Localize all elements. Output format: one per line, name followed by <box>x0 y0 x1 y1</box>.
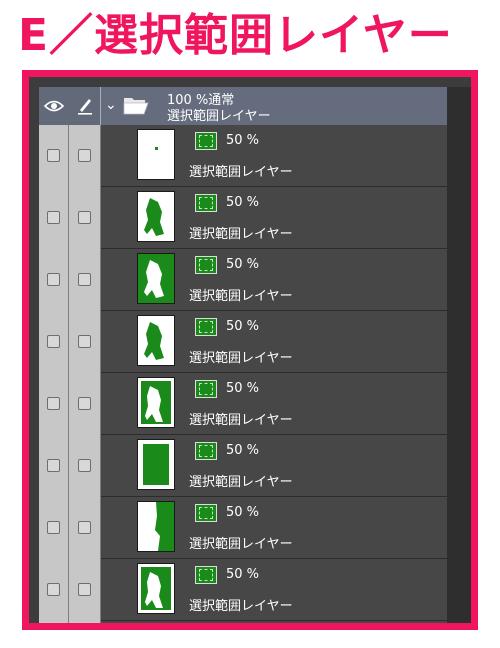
layer-panel: ⌄ 100 %通常 選択範囲レイヤー 50 % 選択範囲レイヤー 50 % 選択… <box>39 87 471 623</box>
selection-layer-icon <box>195 504 217 522</box>
visibility-checkbox[interactable] <box>47 335 60 348</box>
layer-row[interactable]: 50 % 選択範囲レイヤー <box>39 373 447 435</box>
folder-open-icon <box>123 95 149 115</box>
layer-thumbnail <box>137 253 175 304</box>
eye-icon[interactable] <box>39 87 69 125</box>
visibility-checkbox[interactable] <box>47 459 60 472</box>
layer-row[interactable]: 50 % 選択範囲レイヤー <box>39 497 447 559</box>
layer-row[interactable]: 50 % 選択範囲レイヤー <box>39 187 447 249</box>
page-title: E／選択範囲レイヤー <box>18 10 453 61</box>
lock-checkbox[interactable] <box>78 149 91 162</box>
layer-name: 選択範囲レイヤー <box>189 475 293 490</box>
layer-row[interactable]: 50 % 選択範囲レイヤー <box>39 435 447 497</box>
pen-icon[interactable] <box>69 87 100 125</box>
layer-thumbnail <box>137 191 175 242</box>
lock-checkbox[interactable] <box>78 459 91 472</box>
layer-panel-frame: ⌄ 100 %通常 選択範囲レイヤー 50 % 選択範囲レイヤー 50 % 選択… <box>22 70 478 630</box>
lock-checkbox[interactable] <box>78 211 91 224</box>
visibility-checkbox[interactable] <box>47 149 60 162</box>
layer-opacity: 50 % <box>226 195 260 210</box>
chevron-down-icon[interactable]: ⌄ <box>105 97 117 113</box>
layer-name: 選択範囲レイヤー <box>189 289 293 304</box>
selection-layer-icon <box>195 194 217 212</box>
lock-checkbox[interactable] <box>78 273 91 286</box>
scrollbar[interactable] <box>447 87 471 623</box>
layer-name: 選択範囲レイヤー <box>189 413 293 428</box>
visibility-checkbox[interactable] <box>47 397 60 410</box>
lock-checkbox[interactable] <box>78 335 91 348</box>
layer-opacity: 50 % <box>226 319 260 334</box>
folder-name: 選択範囲レイヤー <box>167 109 271 124</box>
selection-layer-icon <box>195 132 217 150</box>
folder-row[interactable]: ⌄ 100 %通常 選択範囲レイヤー <box>101 87 447 125</box>
layer-opacity: 50 % <box>226 443 260 458</box>
layer-thumbnail <box>137 129 175 180</box>
row-divider <box>101 620 447 621</box>
layer-name: 選択範囲レイヤー <box>189 227 293 242</box>
selection-layer-icon <box>195 380 217 398</box>
layer-opacity: 50 % <box>226 505 260 520</box>
layer-opacity: 50 % <box>226 567 260 582</box>
selection-layer-icon <box>195 442 217 460</box>
layer-row[interactable]: 50 % 選択範囲レイヤー <box>39 125 447 187</box>
layer-name: 選択範囲レイヤー <box>189 537 293 552</box>
layer-row[interactable]: 50 % 選択範囲レイヤー <box>39 311 447 373</box>
layer-thumbnail <box>137 315 175 366</box>
selection-layer-icon <box>195 318 217 336</box>
selection-layer-icon <box>195 256 217 274</box>
layer-name: 選択範囲レイヤー <box>189 351 293 366</box>
selection-layer-icon <box>195 566 217 584</box>
visibility-checkbox[interactable] <box>47 211 60 224</box>
layer-opacity: 50 % <box>226 133 260 148</box>
lock-checkbox[interactable] <box>78 583 91 596</box>
layer-thumbnail <box>137 501 175 552</box>
layer-thumbnail <box>137 439 175 490</box>
visibility-checkbox[interactable] <box>47 273 60 286</box>
layer-opacity: 50 % <box>226 381 260 396</box>
layer-thumbnail <box>137 563 175 614</box>
visibility-checkbox[interactable] <box>47 583 60 596</box>
layer-row[interactable]: 50 % 選択範囲レイヤー <box>39 249 447 311</box>
lock-checkbox[interactable] <box>78 521 91 534</box>
visibility-checkbox[interactable] <box>47 521 60 534</box>
folder-header[interactable]: ⌄ 100 %通常 選択範囲レイヤー <box>39 87 447 125</box>
layer-thumbnail <box>137 377 175 428</box>
layer-name: 選択範囲レイヤー <box>189 599 293 614</box>
layer-opacity: 50 % <box>226 257 260 272</box>
layer-row[interactable]: 50 % 選択範囲レイヤー <box>39 559 447 621</box>
layer-name: 選択範囲レイヤー <box>189 165 293 180</box>
lock-checkbox[interactable] <box>78 397 91 410</box>
